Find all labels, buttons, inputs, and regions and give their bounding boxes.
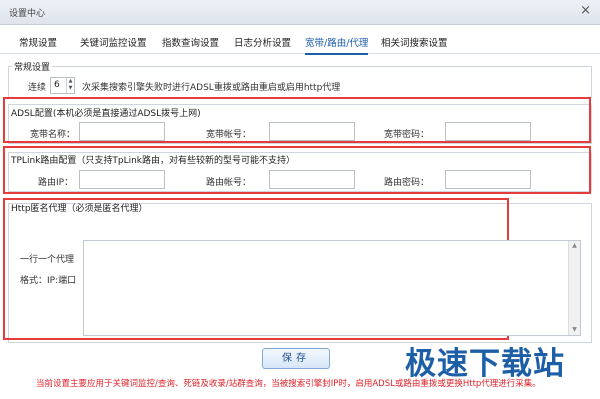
router-ip-input[interactable] <box>79 170 165 189</box>
title-bar: 设置中心 × <box>0 0 600 25</box>
adsl-account-label: 宽带帐号： <box>206 130 252 140</box>
tab-bar: 常规设置 关键词监控设置 指数查询设置 日志分析设置 宽带/路由/代理 相关词搜… <box>0 28 600 55</box>
retry-label: 连续 <box>28 83 47 93</box>
http-proxy-group-label: Http匿名代理（必须是匿名代理） <box>11 204 148 214</box>
router-account-input[interactable] <box>269 170 355 189</box>
adsl-password-input[interactable] <box>445 122 531 141</box>
proxy-hint-line1: 一行一个代理 <box>20 255 75 265</box>
general-group-label: 常规设置 <box>12 60 53 73</box>
tplink-group-label: TPLink路由配置（只支持TpLink路由，对有些较新的型号可能不支持） <box>11 156 295 166</box>
save-button[interactable]: 保存 <box>262 348 330 369</box>
stepper-arrows-icon[interactable]: ▲ ▼ <box>66 78 74 93</box>
router-ip-label: 路由IP： <box>38 178 74 188</box>
close-icon[interactable]: × <box>580 3 591 18</box>
scroll-down-icon[interactable]: ▼ <box>569 325 580 335</box>
tab-index-query[interactable]: 指数查询设置 <box>162 35 219 49</box>
router-account-label: 路由帐号： <box>206 178 252 188</box>
scroll-up-icon[interactable]: ▲ <box>569 241 580 251</box>
proxy-scrollbar[interactable]: ▲ ▼ <box>568 241 580 335</box>
proxy-hint-line2: 格式：IP:端口 <box>20 276 77 286</box>
retry-count-value: 6 <box>54 80 60 90</box>
tab-keyword-monitor[interactable]: 关键词监控设置 <box>80 35 147 49</box>
tab-related-search[interactable]: 相关词搜索设置 <box>381 35 448 49</box>
retry-description: 次采集搜索引擎失败时进行ADSL重拨或路由重启或启用http代理 <box>82 83 341 93</box>
router-password-label: 路由密码： <box>384 178 430 188</box>
adsl-group-label: ADSL配置(本机必须是直接通过ADSL拨号上网) <box>11 109 201 119</box>
window-title: 设置中心 <box>9 9 46 19</box>
adsl-account-input[interactable] <box>269 122 355 141</box>
tab-general[interactable]: 常规设置 <box>19 35 57 49</box>
adsl-name-input[interactable] <box>79 122 165 141</box>
adsl-password-label: 宽带密码： <box>384 130 430 140</box>
tab-log-analysis[interactable]: 日志分析设置 <box>234 35 291 49</box>
watermark-logo: 极速下载站 <box>405 346 565 382</box>
router-password-input[interactable] <box>445 170 531 189</box>
tab-broadband-router-proxy[interactable]: 宽带/路由/代理 <box>305 35 369 55</box>
retry-count-stepper[interactable]: 6 ▲ ▼ <box>50 77 75 94</box>
adsl-name-label: 宽带名称： <box>30 130 76 140</box>
proxy-list-textarea[interactable]: ▲ ▼ <box>83 240 581 336</box>
